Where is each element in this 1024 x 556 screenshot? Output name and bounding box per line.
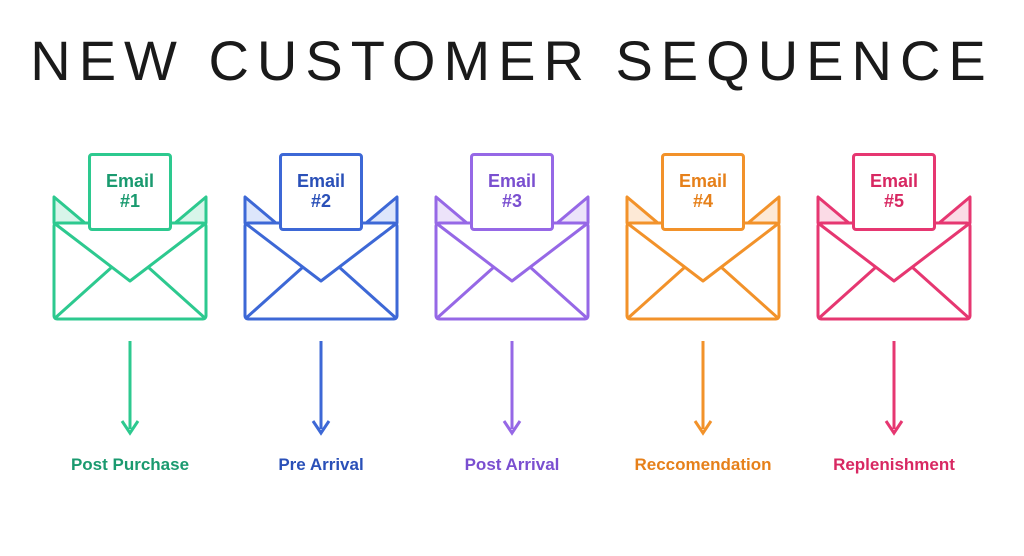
letter-card: Email #4 (661, 153, 745, 231)
letter-card: Email #5 (852, 153, 936, 231)
step-caption: Reccomendation (635, 455, 772, 475)
envelope-icon: Email #2 (241, 153, 401, 323)
letter-label: Email (679, 172, 727, 192)
envelope-icon: Email #3 (432, 153, 592, 323)
step-caption: Post Purchase (71, 455, 189, 475)
step-caption: Replenishment (833, 455, 955, 475)
sequence-row: Email #1 Post Purchase Email #2 (20, 153, 1004, 475)
step-caption: Post Arrival (465, 455, 560, 475)
letter-card: Email #3 (470, 153, 554, 231)
sequence-item-3: Email #3 Post Arrival (422, 153, 602, 475)
page-title: NEW CUSTOMER SEQUENCE (30, 28, 993, 93)
letter-card: Email #1 (88, 153, 172, 231)
sequence-item-2: Email #2 Pre Arrival (231, 153, 411, 475)
letter-card: Email #2 (279, 153, 363, 231)
arrow-down-icon (884, 341, 904, 441)
letter-label: Email (870, 172, 918, 192)
letter-label: Email (488, 172, 536, 192)
arrow-down-icon (693, 341, 713, 441)
step-caption: Pre Arrival (278, 455, 363, 475)
envelope-icon: Email #1 (50, 153, 210, 323)
sequence-item-4: Email #4 Reccomendation (613, 153, 793, 475)
letter-number: #2 (311, 192, 331, 212)
arrow-down-icon (502, 341, 522, 441)
envelope-icon: Email #5 (814, 153, 974, 323)
sequence-item-1: Email #1 Post Purchase (40, 153, 220, 475)
sequence-item-5: Email #5 Replenishment (804, 153, 984, 475)
arrow-down-icon (120, 341, 140, 441)
envelope-icon: Email #4 (623, 153, 783, 323)
letter-number: #4 (693, 192, 713, 212)
letter-number: #1 (120, 192, 140, 212)
letter-number: #3 (502, 192, 522, 212)
arrow-down-icon (311, 341, 331, 441)
letter-number: #5 (884, 192, 904, 212)
letter-label: Email (297, 172, 345, 192)
letter-label: Email (106, 172, 154, 192)
